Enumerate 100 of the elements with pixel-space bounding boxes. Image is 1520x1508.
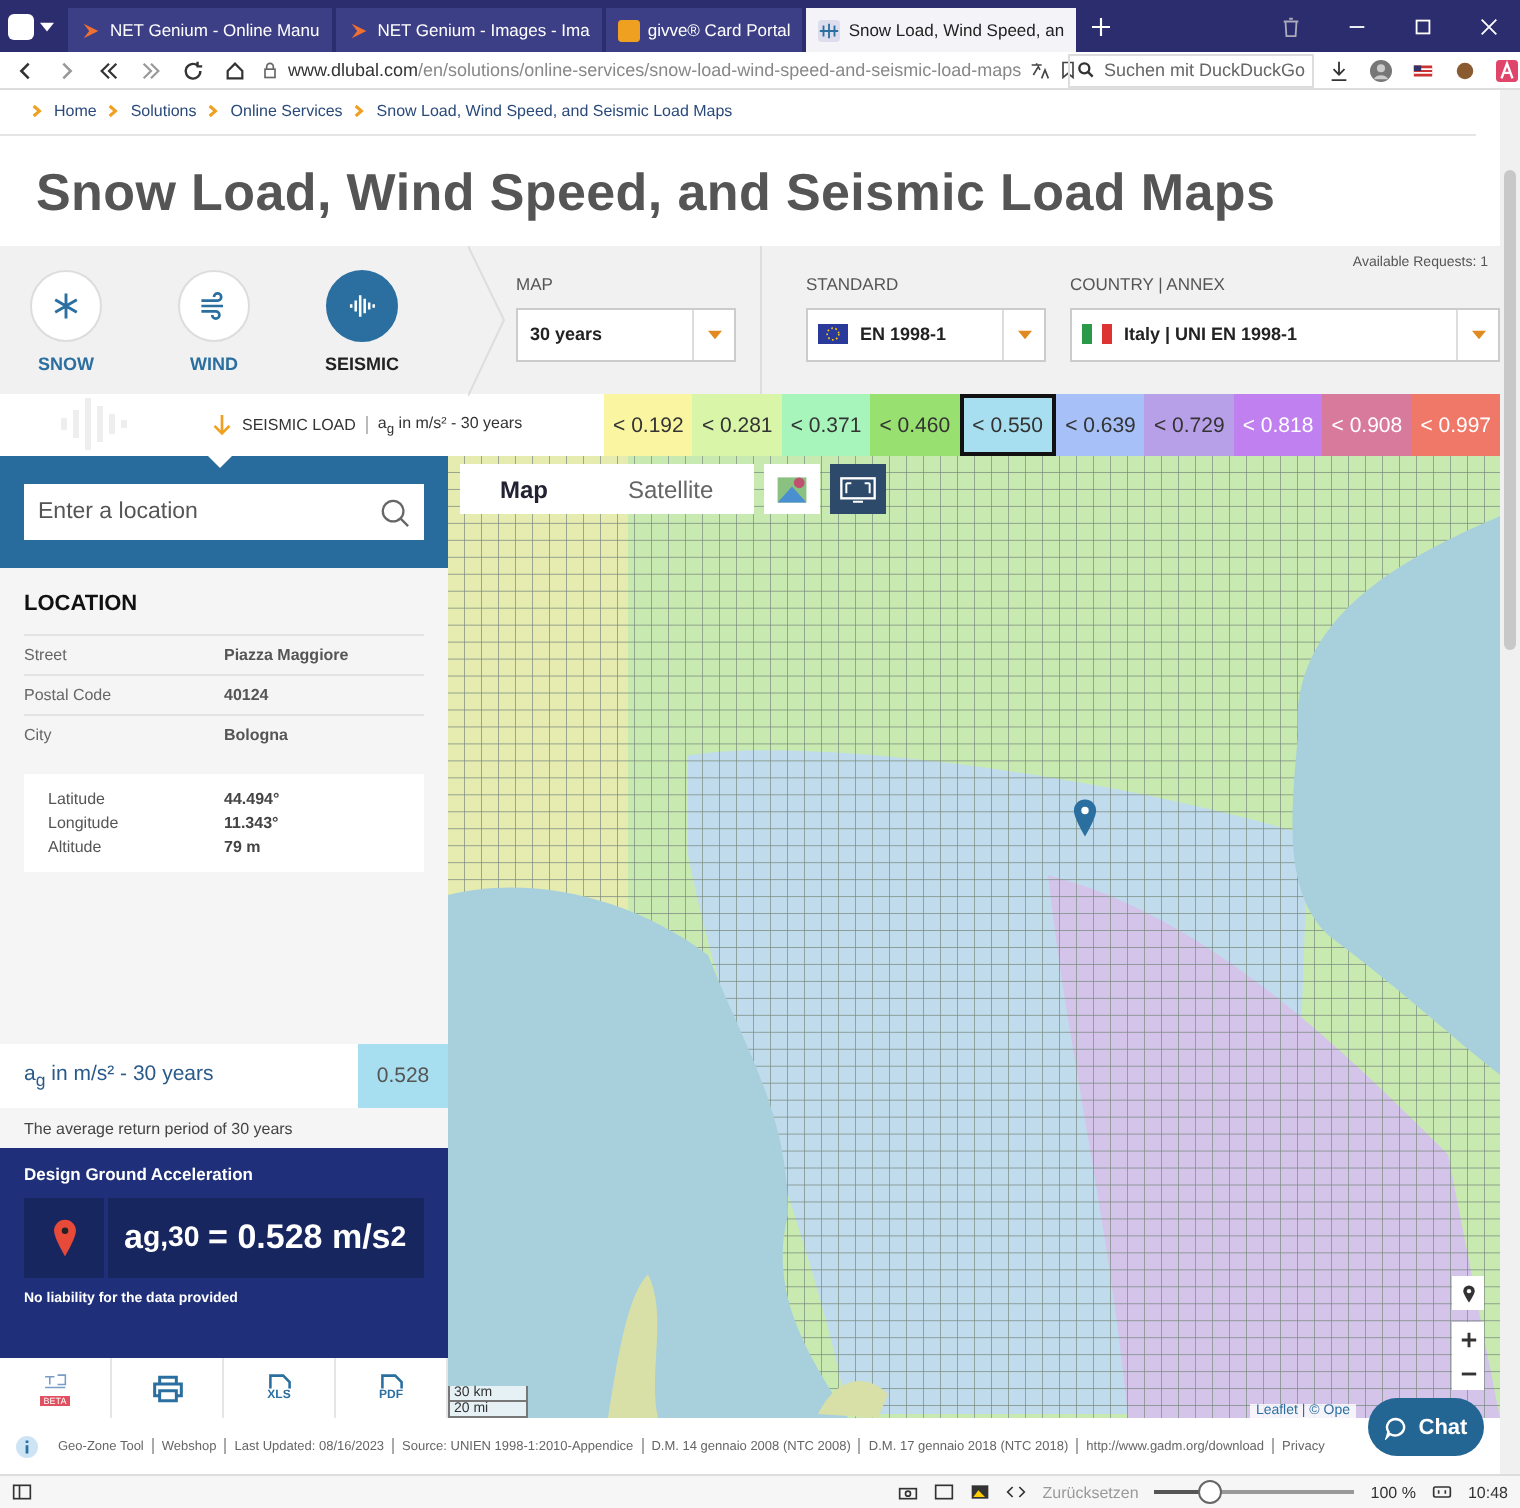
field-label: Street	[24, 646, 69, 665]
breadcrumb-link[interactable]: Home	[54, 102, 97, 121]
section-title: LOCATION	[24, 592, 140, 617]
field-value: 11.343°	[224, 814, 279, 833]
field-value: Piazza Maggiore	[224, 646, 349, 665]
scrollbar[interactable]	[1500, 90, 1520, 1474]
camera-icon[interactable]	[898, 1482, 919, 1502]
legend-range[interactable]: < 0.639	[1056, 394, 1145, 457]
caret-icon	[1471, 329, 1485, 340]
fast-forward-icon[interactable]	[140, 59, 162, 81]
fullscreen-button[interactable]	[829, 464, 886, 515]
location-pin-icon	[1072, 796, 1098, 841]
italy-flag-icon	[1082, 324, 1112, 345]
result-value: 0.528	[358, 1044, 448, 1109]
browser-tab[interactable]: Snow Load, Wind Speed, an	[806, 8, 1077, 52]
result-note: The average return period of 30 years	[22, 1117, 295, 1142]
printer-icon	[149, 1373, 185, 1404]
field-value: Bologna	[224, 726, 288, 745]
browser-tab[interactable]: givve® Card Portal	[605, 8, 803, 52]
extension-icon[interactable]	[1495, 59, 1518, 81]
caret-icon	[40, 21, 54, 31]
field-value: 79 m	[224, 838, 261, 857]
fullscreen-icon	[837, 471, 878, 508]
breadcrumb-link[interactable]: Online Services	[230, 102, 343, 121]
window-icon[interactable]	[934, 1482, 955, 1502]
legend-range[interactable]: < 0.729	[1144, 394, 1234, 457]
field-label: Altitude	[48, 838, 104, 857]
field-label: Postal Code	[24, 686, 114, 705]
home-icon[interactable]	[224, 59, 246, 81]
slider-thumb[interactable]	[1198, 1480, 1223, 1504]
field-label: Longitude	[48, 814, 121, 833]
file-icon	[379, 1374, 403, 1391]
new-tab-icon[interactable]	[1092, 17, 1111, 35]
rewind-icon[interactable]	[98, 59, 120, 81]
chevron-icon	[354, 104, 365, 119]
address-field[interactable]: www.dlubal.com/en/solutions/online-services/snow-load-wind-speed-and-seismic-load-maps	[260, 54, 1060, 86]
close-icon[interactable]	[1478, 15, 1500, 37]
search-icon	[1076, 60, 1096, 80]
field-label: Latitude	[48, 790, 107, 809]
panel-title: Design Ground Acceleration	[24, 1164, 255, 1185]
back-icon[interactable]	[14, 59, 36, 81]
image-icon[interactable]	[970, 1482, 991, 1502]
zoom-level: 100 %	[1370, 1483, 1416, 1501]
maximize-icon[interactable]	[1412, 15, 1434, 37]
chevron-logo-icon	[347, 19, 370, 41]
eu-flag-icon	[818, 324, 848, 345]
location-search-field[interactable]: Enter a location	[24, 484, 424, 541]
select-label: STANDARD	[806, 273, 901, 294]
file-icon	[267, 1374, 291, 1391]
result-label: a$_{g}$ in m/s² - 30 years	[22, 1062, 216, 1091]
profile-avatar-icon[interactable]	[1369, 59, 1392, 81]
translate-icon[interactable]	[1029, 60, 1050, 80]
chevron-icon	[208, 104, 219, 119]
caret-icon	[707, 329, 721, 340]
download-icon[interactable]	[1327, 59, 1350, 81]
field-label: City	[24, 726, 54, 745]
dropdown-select[interactable]: Italy | UNI EN 1998-1	[1070, 307, 1500, 362]
legend-unit: a$_{g}$ in m/s² - 30 years	[377, 413, 523, 438]
legend-range[interactable]: < 0.371	[781, 394, 871, 457]
chevron-icon	[32, 104, 42, 119]
trash-icon[interactable]	[1280, 15, 1302, 37]
chat-bubble-icon	[1384, 1415, 1409, 1439]
legend-range[interactable]: < 0.281	[692, 394, 782, 457]
panel-toggle-icon[interactable]	[12, 1482, 32, 1502]
select-label: COUNTRY | ANNEX	[1070, 273, 1227, 294]
logo-icon	[8, 13, 34, 39]
legend-range[interactable]: < 0.192	[604, 394, 693, 457]
select-label: MAP	[516, 273, 555, 294]
legend-title: SEISMIC LOAD	[242, 416, 356, 435]
plus-icon	[1459, 1329, 1477, 1350]
map-view-tab[interactable]: Satellite	[588, 464, 754, 515]
breadcrumb-link[interactable]: Solutions	[130, 102, 197, 121]
lock-icon	[260, 60, 280, 80]
reload-icon[interactable]	[182, 59, 204, 81]
code-icon[interactable]	[1006, 1482, 1027, 1502]
tiling-icon[interactable]	[1431, 1482, 1452, 1502]
field-value: 40124	[224, 686, 269, 705]
map-pin-icon	[51, 1218, 77, 1259]
caret-icon	[1017, 329, 1031, 340]
cookie-icon[interactable]	[1453, 59, 1476, 81]
clock: 10:48	[1467, 1483, 1508, 1501]
zoom-out-button[interactable]	[1452, 1356, 1484, 1391]
map-layers-button[interactable]	[763, 464, 820, 515]
browser-tab[interactable]: NET Genium - Images - Ima	[335, 8, 602, 52]
search-field[interactable]: Suchen mit DuckDuckGo	[1068, 53, 1314, 87]
map-view-tab[interactable]: Map	[460, 464, 588, 515]
browser-tab[interactable]: NET Genium - Online Manu	[68, 8, 332, 52]
dropdown-select[interactable]: 30 years	[516, 307, 736, 362]
dropdown-select[interactable]: EN 1998-1	[806, 307, 1046, 362]
legend-range[interactable]: < 0.550	[959, 394, 1057, 457]
forward-icon[interactable]	[56, 59, 78, 81]
breadcrumb-link[interactable]: Snow Load, Wind Speed, and Seismic Load Maps	[376, 102, 733, 121]
chat-button[interactable]: Chat	[1368, 1398, 1484, 1456]
chevron-logo-icon	[80, 19, 102, 41]
zoom-in-button[interactable]	[1452, 1322, 1484, 1357]
locate-button[interactable]	[1452, 1276, 1484, 1311]
bookmark-icon[interactable]	[1057, 60, 1078, 80]
chevron-icon	[108, 104, 119, 119]
legend-range[interactable]: < 0.460	[870, 394, 960, 457]
search-icon	[380, 497, 410, 528]
